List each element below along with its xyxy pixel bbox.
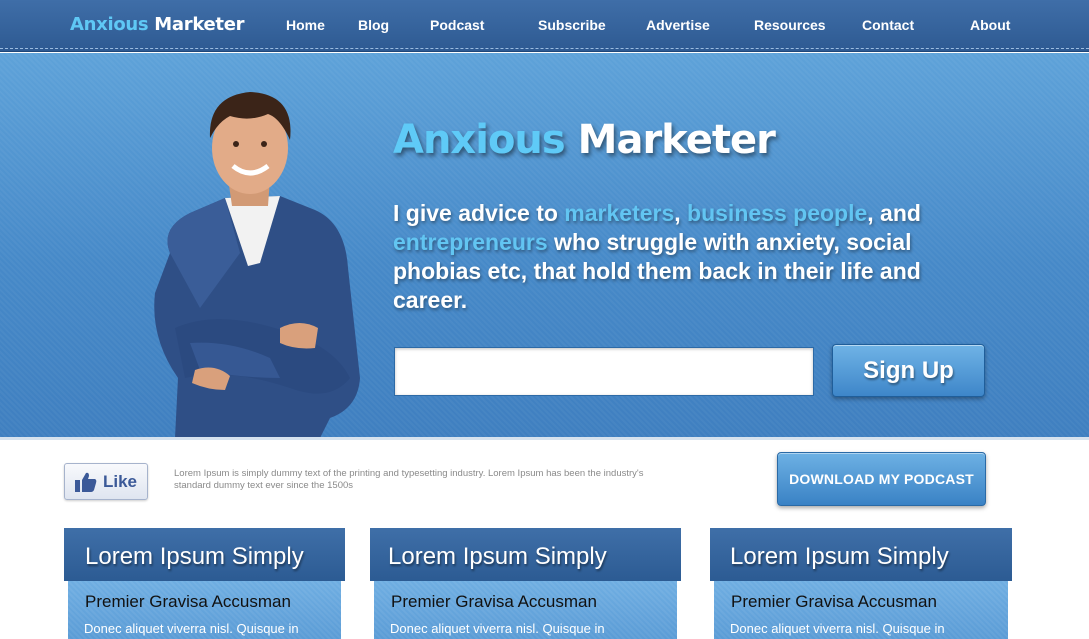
nav-blog[interactable]: Blog (358, 17, 389, 33)
nav-advertise[interactable]: Advertise (646, 17, 710, 33)
nav-contact[interactable]: Contact (862, 17, 914, 33)
card-subtitle: Premier Gravisa Accusman (391, 592, 597, 611)
hero-title: Anxious Marketer (393, 117, 776, 163)
logo-part-1: Anxious (70, 14, 149, 35)
card-text: Donec aliquet viverra nisl. Quisque in (730, 621, 945, 636)
hero-highlight-entrepreneurs: entrepreneurs (393, 229, 548, 255)
nav-home[interactable]: Home (286, 17, 325, 33)
download-podcast-button[interactable]: DOWNLOAD MY PODCAST (777, 452, 986, 506)
hero-highlight-business-people: business people (687, 200, 868, 226)
card-title: Lorem Ipsum Simply (64, 528, 345, 581)
like-label: Like (103, 472, 138, 491)
hero-title-part-1: Anxious (393, 117, 566, 163)
card-body: Premier Gravisa Accusman Donec aliquet v… (68, 581, 341, 639)
nav-resources[interactable]: Resources (754, 17, 826, 33)
facebook-like-button[interactable]: Like (64, 463, 148, 500)
hero-title-part-2: Marketer (577, 117, 776, 163)
card-text: Donec aliquet viverra nisl. Quisque in (84, 621, 299, 636)
card-text: Donec aliquet viverra nisl. Quisque in (390, 621, 605, 636)
feature-card: Lorem Ipsum Simply Premier Gravisa Accus… (370, 528, 681, 639)
nav-about[interactable]: About (970, 17, 1010, 33)
card-body: Premier Gravisa Accusman Donec aliquet v… (374, 581, 677, 639)
thumbs-up-icon (75, 472, 97, 492)
hero-divider (0, 437, 1089, 440)
hero-description: I give advice to marketers, business peo… (393, 199, 953, 315)
intro-blurb: Lorem Ipsum is simply dummy text of the … (174, 468, 644, 491)
hero-text-segment: , (674, 200, 688, 226)
hero-text-segment: I give advice to (393, 200, 565, 226)
person-illustration (154, 92, 360, 438)
nav-subscribe[interactable]: Subscribe (538, 17, 606, 33)
top-navigation-bar: Anxious Marketer Home Blog Podcast Subsc… (0, 0, 1089, 52)
site-logo[interactable]: Anxious Marketer (70, 14, 245, 35)
signup-button[interactable]: Sign Up (832, 344, 985, 397)
signup-email-input[interactable] (394, 347, 814, 396)
nav-podcast[interactable]: Podcast (430, 17, 484, 33)
hero-text-segment: , and (867, 200, 921, 226)
card-title: Lorem Ipsum Simply (710, 528, 1012, 581)
card-subtitle: Premier Gravisa Accusman (85, 592, 291, 611)
logo-part-2: Marketer (154, 14, 245, 35)
card-body: Premier Gravisa Accusman Donec aliquet v… (714, 581, 1008, 639)
card-title: Lorem Ipsum Simply (370, 528, 681, 581)
feature-card: Lorem Ipsum Simply Premier Gravisa Accus… (710, 528, 1012, 639)
hero-highlight-marketers: marketers (564, 200, 675, 226)
card-subtitle: Premier Gravisa Accusman (731, 592, 937, 611)
feature-card: Lorem Ipsum Simply Premier Gravisa Accus… (64, 528, 345, 639)
